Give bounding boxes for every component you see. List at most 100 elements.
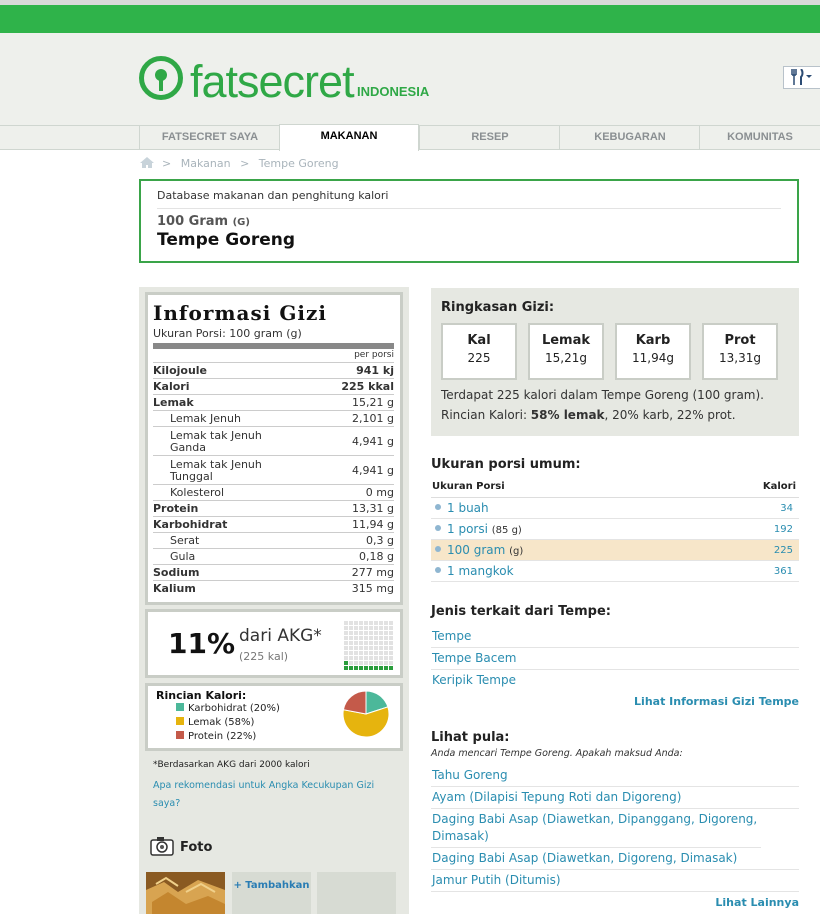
camera-icon [150,837,174,856]
legend-swatch [176,731,184,739]
top-bar [0,5,820,33]
nutrition-summary: Ringkasan Gizi: Kal 225 Lemak 15,21g Karb 1… [431,288,799,436]
bullet-icon [435,546,441,552]
see-also-section: Lihat pula: Anda mencari Tempe Goreng. A… [431,730,799,909]
home-icon[interactable] [140,157,154,168]
nutrition-title: Informasi Gizi [153,301,327,325]
table-row[interactable]: 1 mangkok 361 [431,561,799,582]
see-also-link[interactable]: Daging Babi Asap (Diawetkan, Dipanggang,… [431,809,761,848]
akg-grid-cell [369,641,373,645]
akg-grid-cell [374,626,378,630]
bullet-icon [435,504,441,510]
akg-grid-cell [369,631,373,635]
akg-grid-cell [389,631,393,635]
portions-table: Ukuran Porsi Kalori 1 buah 34 1 porsi (85… [431,478,799,582]
akg-grid-cell [354,621,358,625]
related-link[interactable]: Tempe Bacem [431,648,799,670]
related-section: Jenis terkait dari Tempe: Tempe Tempe Ba… [431,604,799,708]
akg-recommendation-link[interactable]: Apa rekomendasi untuk Angka Kecukupan Gi… [153,777,398,813]
page-title: Tempe Goreng [157,230,296,250]
akg-grid-cell [344,641,348,645]
akg-grid-cell [354,626,358,630]
fork-knife-icon [791,68,812,85]
table-row-selected[interactable]: 100 gram (g) 225 [431,540,799,561]
akg-grid-cell [344,636,348,640]
related-link[interactable]: Keripik Tempe [431,670,799,691]
nutrient-row: Lemak tak Jenuh Tunggal 4,941 g [153,456,394,485]
akg-grid-cell [344,656,348,660]
akg-grid-cell [364,661,368,665]
chevron-right-icon: > [162,157,172,170]
akg-grid-cell [349,666,353,670]
akg-grid-cell [359,626,363,630]
related-link[interactable]: Tempe [431,626,799,648]
akg-grid-cell [349,646,353,650]
akg-grid-cell [349,641,353,645]
food-title-box: Database makanan dan penghitung kalori 1… [139,179,799,263]
see-also-link[interactable]: Daging Babi Asap (Diawetkan, Digoreng, D… [431,848,799,870]
table-header: Ukuran Porsi Kalori [431,478,799,498]
akg-grid-cell [379,636,383,640]
akg-grid-cell [379,621,383,625]
akg-grid-cell [364,666,368,670]
portion-size: Ukuran Porsi: 100 gram (g) [153,327,302,340]
pie-slice [342,690,367,715]
akg-grid-cell [364,656,368,660]
nutrient-row: Kalori 225 kkal [153,380,394,395]
akg-grid-cell [344,666,348,670]
see-also-link[interactable]: Ayam (Dilapisi Tepung Roti dan Digoreng) [431,787,799,809]
food-menu-button[interactable] [783,66,820,89]
akg-grid-cell [344,621,348,625]
akg-grid-cell [374,661,378,665]
breadcrumb-makanan[interactable]: Makanan [181,157,231,170]
add-photo-button[interactable]: + Tambahkan [232,872,311,914]
see-also-link[interactable]: Jamur Putih (Ditumis) [431,870,799,892]
tab-kebugaran[interactable]: KEBUGARAN [559,126,700,150]
akg-grid-cell [369,651,373,655]
akg-grid-cell [364,631,368,635]
nutrient-row: Kalium 315 mg [153,582,394,595]
table-row[interactable]: 1 buah 34 [431,498,799,519]
akg-grid-cell [384,636,388,640]
fatsecret-logo-icon[interactable] [139,56,183,100]
akg-grid-cell [379,641,383,645]
tab-resep[interactable]: RESEP [419,126,560,150]
see-more-link[interactable]: Lihat Lainnya [431,896,799,909]
akg-grid-cell [359,666,363,670]
portions-title: Ukuran porsi umum: [431,457,581,472]
food-photo[interactable] [146,872,225,914]
akg-grid-cell [389,621,393,625]
see-tempe-nutrition-link[interactable]: Lihat Informasi Gizi Tempe [431,695,799,708]
akg-grid-cell [384,621,388,625]
brand-country: INDONESIA [357,84,430,99]
akg-grid-cell [359,631,363,635]
summary-card-lemak: Lemak 15,21g [528,323,604,380]
akg-grid-cell [349,656,353,660]
akg-grid-cell [374,666,378,670]
akg-grid-cell [364,641,368,645]
akg-grid-cell [369,646,373,650]
main-nav: FATSECRET SAYA MAKANAN RESEP KEBUGARAN K… [0,124,820,151]
akg-grid-cell [374,641,378,645]
brand-name[interactable]: fatsecret [190,56,355,108]
see-also-hint: Anda mencari Tempe Goreng. Apakah maksud… [431,748,683,759]
akg-grid-cell [349,621,353,625]
akg-grid-cell [379,646,383,650]
akg-grid-cell [354,666,358,670]
akg-grid-cell [389,656,393,660]
summary-card-kal: Kal 225 [441,323,517,380]
tab-komunitas[interactable]: KOMUNITAS [699,126,820,150]
akg-grid-cell [389,626,393,630]
akg-grid-cell [364,636,368,640]
akg-grid-cell [354,641,358,645]
breadcrumb-current[interactable]: Tempe Goreng [259,157,339,170]
akg-calories: (225 kal) [239,650,289,663]
nutrient-row: Kilojoule 941 kj [153,364,394,379]
tab-fatsecret-saya[interactable]: FATSECRET SAYA [139,126,280,150]
akg-grid-cell [359,656,363,660]
akg-grid-cell [359,636,363,640]
table-row[interactable]: 1 porsi (85 g) 192 [431,519,799,540]
see-also-link[interactable]: Tahu Goreng [431,765,799,787]
header [0,33,820,125]
tab-makanan[interactable]: MAKANAN [279,124,419,151]
